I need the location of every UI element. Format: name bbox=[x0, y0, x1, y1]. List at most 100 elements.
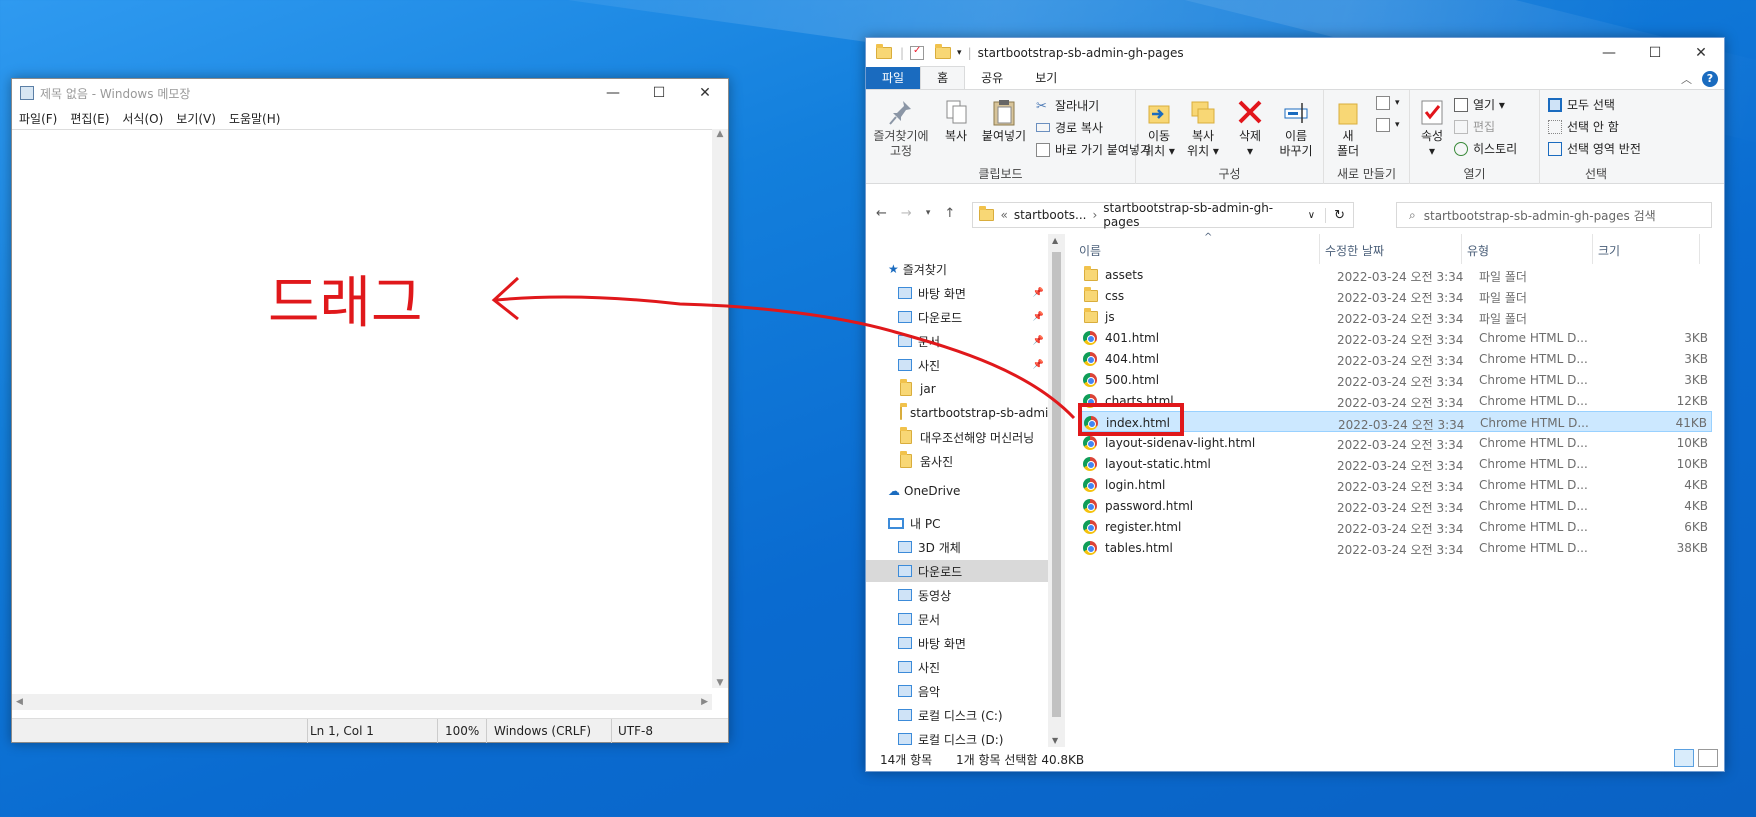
file-row[interactable]: register.html 2022-03-24 오전 3:34 Chrome HT… bbox=[1078, 516, 1712, 537]
file-row[interactable]: layout-static.html 2022-03-24 오전 3:34 Chro… bbox=[1078, 453, 1712, 474]
tab-file[interactable]: 파일 bbox=[866, 67, 921, 89]
scroll-left-icon[interactable]: ◀ bbox=[16, 697, 23, 707]
vertical-scrollbar[interactable]: ▲ ▼ bbox=[712, 129, 728, 688]
file-explorer-window[interactable]: | ✓ ▾ | startbootstrap-sb-admin-gh-pages… bbox=[865, 37, 1725, 772]
menu-file[interactable]: 파일(F) bbox=[19, 110, 57, 127]
nav-quick-access[interactable]: ★ 즐겨찾기 bbox=[866, 258, 1048, 280]
horizontal-scrollbar[interactable]: ◀ ▶ bbox=[12, 694, 712, 710]
nav-item-folder[interactable]: 움사진 bbox=[866, 450, 1048, 472]
nav-item-pinned[interactable]: 바탕 화면 📌 bbox=[866, 282, 1048, 304]
nav-item-pinned[interactable]: 사진 📌 bbox=[866, 354, 1048, 376]
close-button[interactable]: ✕ bbox=[1678, 38, 1724, 68]
recent-chevron-icon[interactable]: ▾ bbox=[926, 208, 931, 221]
easy-access-button[interactable]: ▾ bbox=[1376, 118, 1400, 132]
new-folder-quick-icon[interactable] bbox=[935, 44, 952, 59]
breadcrumb-parent[interactable]: startboots... bbox=[1014, 208, 1087, 222]
nav-item-pc[interactable]: 바탕 화면 bbox=[866, 632, 1048, 654]
minimize-button[interactable]: — bbox=[590, 79, 636, 107]
menu-format[interactable]: 서식(O) bbox=[122, 110, 163, 127]
nav-item-pc[interactable]: 음악 bbox=[866, 680, 1048, 702]
delete-button[interactable]: 삭제 ▾ bbox=[1230, 98, 1270, 159]
address-dropdown-icon[interactable]: ∨ bbox=[1308, 210, 1315, 221]
minimize-button[interactable]: — bbox=[1586, 38, 1632, 68]
scroll-up-icon[interactable]: ▲ bbox=[717, 129, 724, 139]
file-row[interactable]: 404.html 2022-03-24 오전 3:34 Chrome HTML D.… bbox=[1078, 348, 1712, 369]
large-icons-view-icon[interactable] bbox=[1698, 749, 1718, 767]
chevron-down-icon[interactable]: ▾ bbox=[957, 48, 962, 58]
nav-item-pinned[interactable]: 문서 📌 bbox=[866, 330, 1048, 352]
file-row[interactable]: password.html 2022-03-24 오전 3:34 Chrome HT… bbox=[1078, 495, 1712, 516]
nav-item-pc[interactable]: 3D 개체 bbox=[866, 536, 1048, 558]
file-row[interactable]: login.html 2022-03-24 오전 3:34 Chrome HTML … bbox=[1078, 474, 1712, 495]
nav-item-folder[interactable]: jar bbox=[866, 378, 1048, 400]
close-button[interactable]: ✕ bbox=[682, 79, 728, 107]
file-row[interactable]: 401.html 2022-03-24 오전 3:34 Chrome HTML D.… bbox=[1078, 327, 1712, 348]
file-row[interactable]: js 2022-03-24 오전 3:34 파일 폴더 bbox=[1078, 306, 1712, 327]
nav-scrollbar[interactable]: ▲ ▼ bbox=[1048, 234, 1065, 747]
nav-item-pc[interactable]: 다운로드 bbox=[866, 560, 1048, 582]
copy-button[interactable]: 복사 bbox=[938, 98, 974, 144]
forward-arrow-icon[interactable]: → bbox=[901, 206, 912, 221]
column-date[interactable]: 수정한 날짜 bbox=[1325, 242, 1384, 259]
open-button[interactable]: 열기 ▾ bbox=[1454, 96, 1505, 113]
breadcrumb-current[interactable]: startbootstrap-sb-admin-gh-pages bbox=[1103, 201, 1301, 229]
nav-item-pinned[interactable]: 다운로드 📌 bbox=[866, 306, 1048, 328]
nav-item-pc[interactable]: 문서 bbox=[866, 608, 1048, 630]
menu-edit[interactable]: 편집(E) bbox=[70, 110, 109, 127]
history-button[interactable]: 히스토리 bbox=[1454, 140, 1517, 157]
nav-item-pc[interactable]: 동영상 bbox=[866, 584, 1048, 606]
details-view-icon[interactable] bbox=[1674, 749, 1694, 767]
move-to-button[interactable]: 이동 위치 ▾ bbox=[1136, 98, 1182, 159]
copy-path-button[interactable]: 경로 복사 bbox=[1036, 119, 1103, 136]
nav-onedrive[interactable]: ☁ OneDrive bbox=[866, 480, 1048, 502]
nav-item-pc[interactable]: 사진 bbox=[866, 656, 1048, 678]
menu-help[interactable]: 도움말(H) bbox=[229, 110, 281, 127]
address-bar[interactable]: « startboots... › startbootstrap-sb-admi… bbox=[972, 201, 1354, 229]
properties-quick-icon[interactable]: ✓ bbox=[910, 45, 925, 60]
collapse-ribbon-icon[interactable]: ︿ bbox=[1681, 71, 1692, 87]
refresh-icon[interactable]: ↻ bbox=[1325, 207, 1353, 223]
help-icon[interactable]: ? bbox=[1702, 71, 1718, 87]
file-row[interactable]: css 2022-03-24 오전 3:34 파일 폴더 bbox=[1078, 285, 1712, 306]
select-all-button[interactable]: 모두 선택 bbox=[1548, 96, 1615, 113]
file-row[interactable]: assets 2022-03-24 오전 3:34 파일 폴더 bbox=[1078, 264, 1712, 285]
scroll-down-icon[interactable]: ▼ bbox=[1052, 736, 1058, 745]
new-item-button[interactable]: ▾ bbox=[1376, 96, 1400, 110]
scroll-right-icon[interactable]: ▶ bbox=[701, 697, 708, 707]
scroll-down-icon[interactable]: ▼ bbox=[717, 678, 724, 688]
select-none-button[interactable]: 선택 안 함 bbox=[1548, 118, 1619, 135]
notepad-titlebar[interactable]: 제목 없음 - Windows 메모장 — ☐ ✕ bbox=[12, 79, 728, 107]
tab-view[interactable]: 보기 bbox=[1019, 67, 1073, 89]
up-arrow-icon[interactable]: ↑ bbox=[944, 206, 955, 221]
file-row[interactable]: tables.html 2022-03-24 오전 3:34 Chrome HTML… bbox=[1078, 537, 1712, 558]
rename-button[interactable]: 이름 바꾸기 bbox=[1272, 98, 1320, 159]
nav-item-folder[interactable]: startbootstrap-sb-admin bbox=[866, 402, 1048, 424]
file-row[interactable]: 500.html 2022-03-24 오전 3:34 Chrome HTML D.… bbox=[1078, 369, 1712, 390]
scroll-up-icon[interactable]: ▲ bbox=[1052, 236, 1058, 245]
nav-item-folder[interactable]: 대우조선해양 머신러닝 bbox=[866, 426, 1048, 448]
paste-shortcut-button[interactable]: 바로 가기 붙여넣기 bbox=[1036, 141, 1151, 158]
invert-selection-button[interactable]: 선택 영역 반전 bbox=[1548, 140, 1641, 157]
nav-item-pc[interactable]: 로컬 디스크 (C:) bbox=[866, 704, 1048, 726]
maximize-button[interactable]: ☐ bbox=[1632, 38, 1678, 68]
column-type[interactable]: 유형 bbox=[1467, 242, 1489, 259]
copy-to-button[interactable]: 복사 위치 ▾ bbox=[1180, 98, 1226, 159]
column-name[interactable]: 이름 bbox=[1079, 242, 1101, 259]
pin-to-quick-access-button[interactable]: 즐겨찾기에 고정 bbox=[870, 98, 932, 159]
notepad-text-area[interactable] bbox=[12, 129, 728, 688]
maximize-button[interactable]: ☐ bbox=[636, 79, 682, 107]
search-box[interactable]: ⌕ startbootstrap-sb-admin-gh-pages 검색 bbox=[1396, 202, 1712, 228]
edit-button[interactable]: 편집 bbox=[1454, 118, 1495, 135]
tab-home[interactable]: 홈 bbox=[920, 66, 966, 89]
back-arrow-icon[interactable]: ← bbox=[876, 206, 887, 221]
tab-share[interactable]: 공유 bbox=[965, 67, 1019, 89]
cut-button[interactable]: ✂ 잘라내기 bbox=[1036, 97, 1099, 114]
explorer-titlebar[interactable]: | ✓ ▾ | startbootstrap-sb-admin-gh-pages… bbox=[866, 38, 1724, 68]
paste-button[interactable]: 붙여넣기 bbox=[978, 98, 1030, 144]
column-size[interactable]: 크기 bbox=[1598, 242, 1620, 259]
properties-button[interactable]: 속성 ▾ bbox=[1414, 98, 1450, 159]
menu-view[interactable]: 보기(V) bbox=[176, 110, 216, 127]
nav-this-pc[interactable]: 내 PC bbox=[866, 512, 1048, 534]
notepad-window[interactable]: 제목 없음 - Windows 메모장 — ☐ ✕ 파일(F) 편집(E) 서식… bbox=[11, 78, 729, 743]
new-folder-button[interactable]: 새 폴더 bbox=[1328, 98, 1368, 159]
